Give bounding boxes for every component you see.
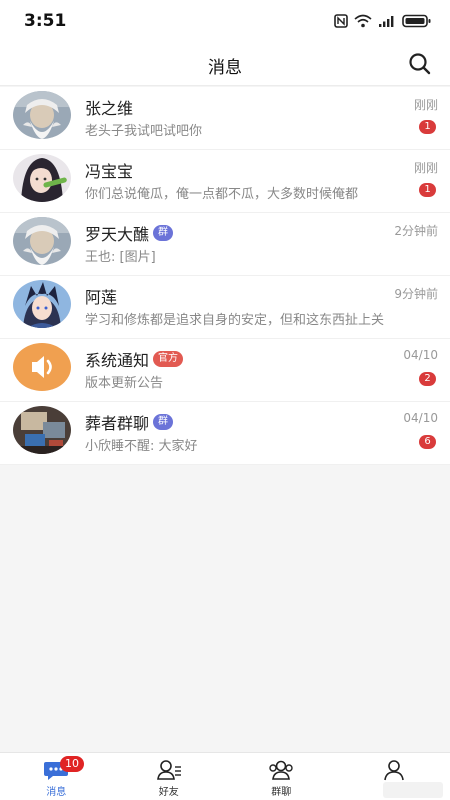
message-time: 刚刚 (413, 98, 438, 112)
avatar (13, 91, 71, 139)
contact-name: 葬者群聊 (85, 414, 150, 433)
floating-overlay (383, 782, 443, 798)
search-icon (409, 53, 431, 75)
unread-badge: 1 (419, 183, 436, 197)
status-bar: 3:51 (0, 0, 450, 42)
name-line: 葬者群聊 群 (85, 410, 174, 434)
message-list: 张之维 刚刚 老头子我试吧试吧你 1 冯宝宝 刚刚 你们总说俺瓜，俺一点都不瓜，… (0, 87, 450, 465)
status-icons (334, 14, 432, 28)
tab-friends[interactable]: 好友 (113, 753, 226, 800)
speaker-icon (13, 343, 71, 391)
tab-messages[interactable]: 消息 10 (0, 753, 113, 800)
contact-name: 罗天大醮 (85, 225, 150, 244)
name-line: 张之维 (85, 95, 133, 119)
message-preview: 学习和修炼都是追求自身的安定，但和这东西扯上关 (85, 313, 385, 328)
list-item[interactable]: 葬者群聊 群 04/10 小欣睡不醒: 大家好 6 (0, 402, 450, 465)
avatar (13, 343, 71, 391)
contact-name: 阿莲 (85, 288, 118, 307)
message-time: 2分钟前 (394, 224, 438, 238)
name-line: 冯宝宝 (85, 158, 133, 182)
nav-bar: 消息 (0, 42, 450, 86)
message-preview: 你们总说俺瓜，俺一点都不瓜，大多数时候俺都 (85, 187, 359, 202)
list-item[interactable]: 冯宝宝 刚刚 你们总说俺瓜，俺一点都不瓜，大多数时候俺都 1 (0, 150, 450, 213)
message-time: 刚刚 (413, 161, 438, 175)
tab-label: 消息 (46, 787, 67, 798)
list-item[interactable]: 罗天大醮 群 2分钟前 王也: [图片] (0, 213, 450, 276)
group-icon (269, 760, 293, 780)
contact-name: 冯宝宝 (85, 162, 134, 181)
message-preview: 老头子我试吧试吧你 (85, 124, 203, 139)
profile-icon (383, 760, 404, 781)
message-preview: 版本更新公告 (85, 376, 164, 391)
name-line: 阿莲 (85, 284, 117, 308)
message-time: 04/10 (403, 411, 438, 425)
contact-name: 张之维 (85, 99, 134, 118)
official-tag: 官方 (153, 351, 184, 367)
tab-label: 好友 (158, 787, 179, 798)
wifi-icon (354, 14, 372, 28)
friends-icon (156, 760, 181, 780)
avatar (13, 217, 71, 265)
page-title: 消息 (208, 58, 242, 78)
avatar (13, 406, 71, 454)
avatar (13, 280, 71, 328)
unread-badge: 2 (419, 372, 436, 386)
signal-icon (379, 16, 394, 27)
avatar (13, 154, 71, 202)
message-time: 9分钟前 (394, 287, 438, 301)
message-preview: 王也: [图片] (85, 250, 156, 265)
list-item[interactable]: 阿莲 9分钟前 学习和修炼都是追求自身的安定，但和这东西扯上关 (0, 276, 450, 339)
unread-badge: 1 (419, 120, 436, 134)
message-preview: 小欣睡不醒: 大家好 (85, 439, 198, 454)
list-item[interactable]: 张之维 刚刚 老头子我试吧试吧你 1 (0, 87, 450, 150)
nfc-icon (334, 14, 348, 28)
name-line: 系统通知 官方 (85, 347, 184, 371)
group-tag: 群 (153, 225, 174, 241)
group-tag: 群 (153, 414, 174, 430)
battery-icon (402, 14, 431, 28)
search-button[interactable] (406, 50, 434, 78)
contact-name: 系统通知 (85, 351, 150, 370)
message-time: 04/10 (403, 348, 438, 362)
name-line: 罗天大醮 群 (85, 221, 174, 245)
unread-badge: 6 (419, 435, 436, 449)
status-time: 3:51 (24, 11, 67, 31)
tab-unread-badge: 10 (60, 756, 84, 772)
tab-label: 群聊 (271, 787, 292, 798)
list-item[interactable]: 系统通知 官方 04/10 版本更新公告 2 (0, 339, 450, 402)
tab-groups[interactable]: 群聊 (225, 753, 338, 800)
